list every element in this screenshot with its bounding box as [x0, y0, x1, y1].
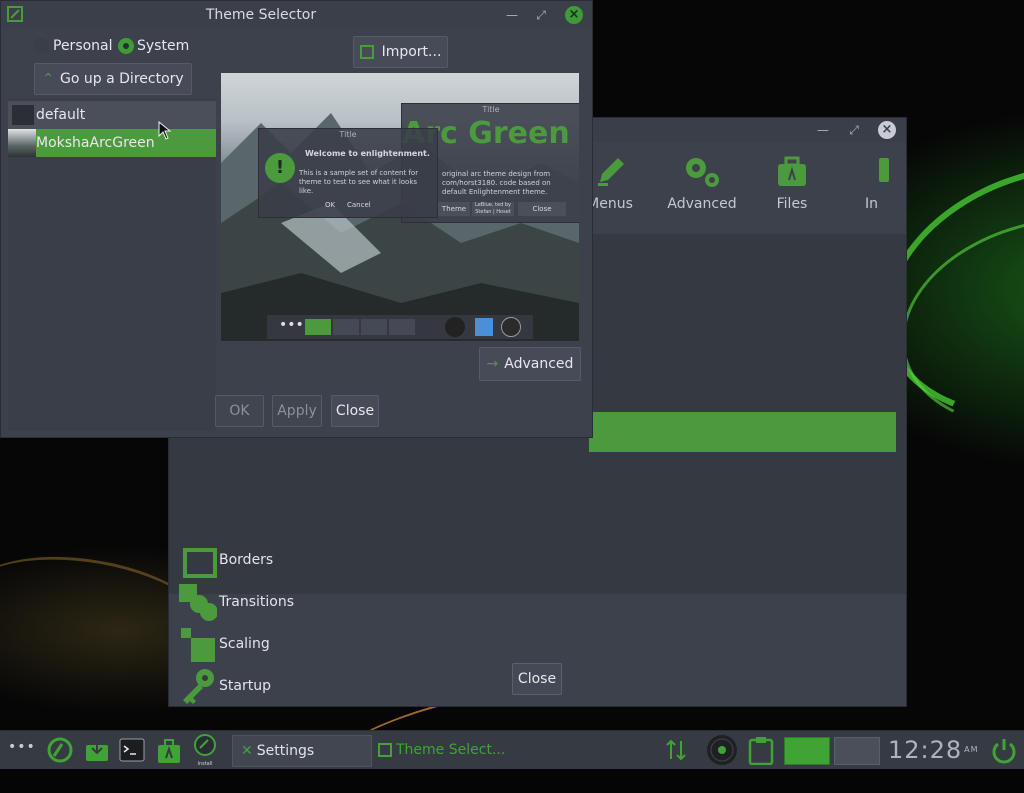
settings-category-advanced[interactable]: Advanced: [657, 148, 747, 228]
clock-ampm: AM: [964, 745, 979, 754]
preview-pager: [361, 319, 387, 335]
maximize-icon[interactable]: ⤢: [532, 6, 550, 24]
warning-icon: !: [265, 153, 295, 183]
preview-menu-dots-icon: •••: [279, 317, 304, 333]
personal-radio[interactable]: Personal: [33, 37, 113, 55]
radio-label: Personal: [53, 38, 113, 54]
install-icon: [194, 734, 216, 756]
preview-close-button: Close: [518, 202, 566, 216]
close-button[interactable]: Close: [331, 395, 379, 427]
radio-icon: [33, 38, 49, 54]
minimize-icon[interactable]: —: [814, 121, 832, 139]
download-icon[interactable]: [84, 737, 110, 763]
preview-pager: [389, 319, 415, 335]
maximize-icon[interactable]: ⤢: [845, 121, 863, 139]
theme-preview: Title Arc Green original arc theme desig…: [221, 73, 579, 341]
minimize-icon[interactable]: —: [503, 6, 521, 24]
power-icon[interactable]: [990, 736, 1018, 764]
gears-icon: [657, 148, 747, 196]
mouse-cursor-icon: [158, 121, 172, 140]
preview-back-title: Title: [482, 105, 500, 114]
input-device-icon: [831, 148, 906, 196]
preview-back-text: original arc theme design from com/horst…: [442, 170, 551, 196]
theme-titlebar[interactable]: Theme Selector — ⤢ ×: [1, 1, 592, 29]
ok-button[interactable]: OK: [215, 395, 264, 427]
list-item-label: Transitions: [219, 594, 294, 610]
radio-label: System: [137, 38, 190, 54]
menu-dots-icon[interactable]: •••: [8, 739, 36, 755]
preview-pager-active: [305, 319, 331, 335]
settings-x-icon: ✕: [241, 743, 253, 759]
install-launcher[interactable]: Install: [190, 733, 220, 767]
settings-category-label: In: [865, 196, 879, 212]
window-title: Theme Selector: [205, 7, 317, 23]
system-radio[interactable]: System: [118, 37, 189, 55]
chevron-up-icon: ⌃: [42, 71, 55, 87]
close-icon[interactable]: ×: [878, 121, 896, 139]
install-label: Install: [197, 761, 213, 767]
import-button[interactable]: Import...: [353, 36, 448, 68]
theme-selector-window[interactable]: Theme Selector — ⤢ × Personal System ⌃ Go…: [0, 0, 593, 438]
terminal-icon[interactable]: [119, 737, 145, 763]
settings-category-label: Advanced: [667, 196, 737, 212]
media-disc-icon[interactable]: [706, 734, 738, 766]
list-item-label: Startup: [219, 678, 271, 694]
preview-dialog-cancel: Cancel: [347, 201, 371, 209]
preview-pager: [333, 319, 359, 335]
scaling-icon: [177, 624, 217, 664]
list-item-transitions[interactable]: Transitions: [177, 582, 577, 622]
settings-category-files[interactable]: Files: [747, 148, 837, 228]
list-item-scaling[interactable]: Scaling: [177, 624, 577, 664]
taskbar: ••• Install ✕ Settings Theme Select... 12…: [0, 730, 1024, 769]
preview-credit-button: LeBlue, ted by Stefan | Hoset: [472, 202, 514, 216]
clipboard-icon[interactable]: [748, 735, 774, 765]
arrow-right-icon: →: [486, 356, 499, 372]
preview-dialog: Title ! Welcome to enlightenment. This i…: [258, 128, 438, 218]
preview-shelf: •••: [267, 315, 533, 339]
clock-time: 12:28: [888, 736, 963, 764]
selected-list-row[interactable]: [589, 412, 896, 452]
preview-dialog-heading: Welcome to enlightenment.: [305, 149, 430, 158]
preview-clock-icon: [501, 317, 521, 337]
taskbar-settings-button[interactable]: ✕ Settings: [232, 735, 372, 767]
go-up-directory-button[interactable]: ⌃ Go up a Directory: [34, 63, 192, 95]
close-icon[interactable]: ×: [565, 6, 583, 24]
radio-checked-icon: [118, 38, 134, 54]
start-menu-icon[interactable]: [46, 736, 74, 764]
list-item-default[interactable]: default: [8, 101, 216, 129]
preview-file-icon: [475, 318, 493, 336]
advanced-button[interactable]: → Advanced: [479, 347, 581, 381]
key-icon: [177, 666, 217, 706]
pager-desktop[interactable]: [834, 737, 880, 765]
import-icon: [359, 45, 374, 59]
list-item-label: Borders: [219, 552, 274, 568]
clock[interactable]: 12:28 AM: [888, 733, 979, 767]
apply-button[interactable]: Apply: [272, 395, 322, 427]
network-updown-icon[interactable]: [664, 737, 688, 763]
theme-file-list: default MokshaArcGreen: [8, 99, 216, 431]
borders-icon: [177, 540, 217, 580]
list-item-mokshaarcgreen[interactable]: MokshaArcGreen: [8, 129, 216, 157]
preview-dark-icon: [445, 317, 465, 337]
theme-window-icon: [378, 743, 392, 757]
settings-category-input[interactable]: In: [831, 148, 906, 228]
transitions-icon: [177, 582, 218, 622]
settings-category-label: Files: [776, 196, 808, 212]
pager-desktop-active[interactable]: [784, 737, 830, 765]
theme-thumbnail: [12, 105, 34, 125]
settings-close-button[interactable]: Close: [512, 663, 562, 695]
theme-thumbnail: [8, 129, 36, 157]
preview-theme-button: Theme: [438, 202, 470, 216]
taskbar-theme-selector-button[interactable]: Theme Select...: [378, 735, 505, 765]
list-item-label: Scaling: [219, 636, 270, 652]
preview-dialog-ok: OK: [325, 201, 336, 209]
files-icon[interactable]: [155, 736, 183, 764]
briefcase-icon: [747, 148, 837, 196]
preview-dialog-text: This is a sample set of content for them…: [299, 169, 419, 195]
preview-dialog-title: Title: [339, 130, 357, 139]
list-item-borders[interactable]: Borders: [177, 540, 577, 580]
